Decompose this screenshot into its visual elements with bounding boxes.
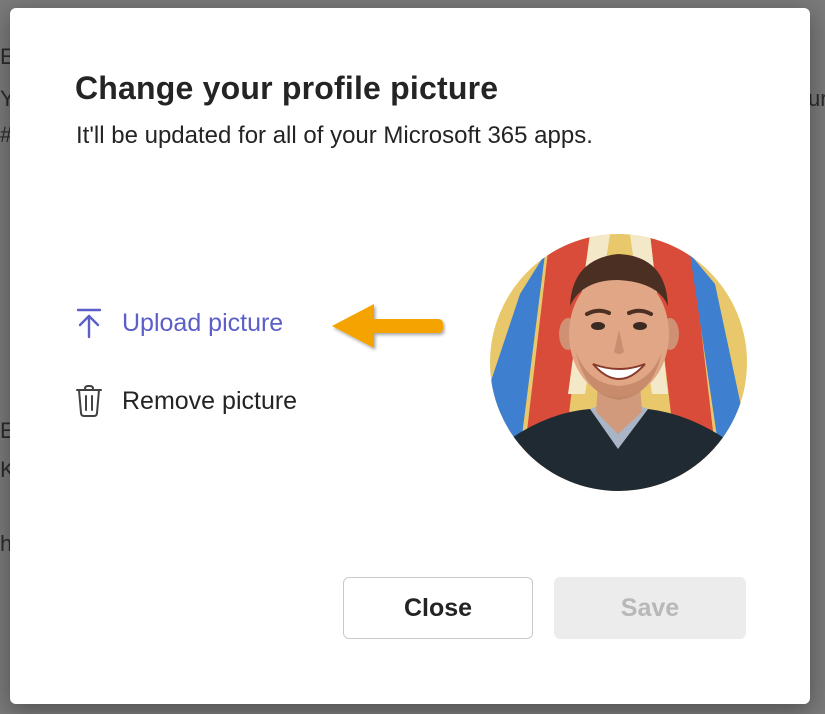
profile-picture-dialog: Change your profile picture It'll be upd…	[10, 8, 810, 704]
dialog-subtitle: It'll be updated for all of your Microso…	[76, 122, 593, 149]
remove-picture-label: Remove picture	[122, 386, 298, 415]
profile-avatar	[490, 234, 747, 491]
background-text: ur	[808, 86, 825, 111]
upload-arrow-icon	[74, 306, 104, 340]
orange-arrow-annotation	[332, 304, 443, 348]
trash-icon	[74, 384, 104, 418]
upload-picture-button[interactable]: Upload picture	[74, 306, 283, 340]
dialog-title: Change your profile picture	[75, 70, 499, 106]
remove-picture-button[interactable]: Remove picture	[74, 384, 297, 418]
close-button[interactable]: Close	[343, 577, 533, 639]
upload-picture-label: Upload picture	[122, 308, 284, 337]
save-button[interactable]: Save	[554, 577, 746, 639]
